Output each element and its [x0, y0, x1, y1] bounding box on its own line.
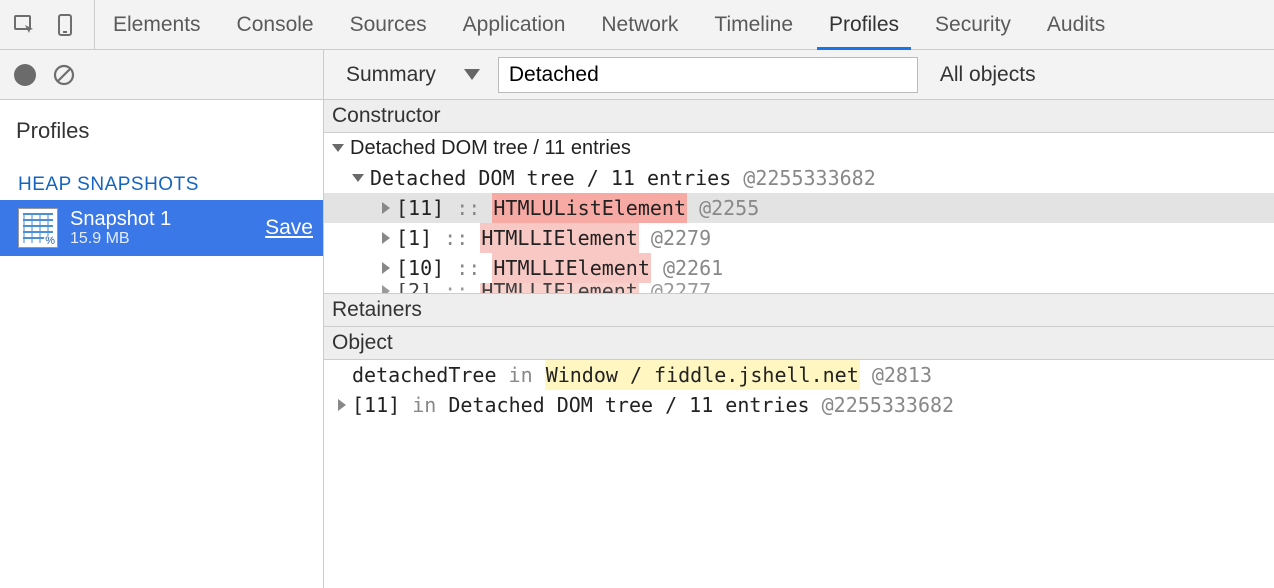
retainer-in: in — [509, 360, 533, 390]
disclosure-right-icon[interactable] — [382, 285, 390, 293]
separator: :: — [456, 193, 480, 223]
panel-tabs: ElementsConsoleSourcesApplicationNetwork… — [95, 0, 1123, 49]
object-scope-select[interactable]: All objects — [930, 63, 1036, 87]
disclosure-right-icon[interactable] — [382, 232, 390, 244]
tab-security[interactable]: Security — [917, 0, 1029, 49]
snapshot-save-link[interactable]: Save — [265, 216, 313, 240]
disclosure-right-icon[interactable] — [382, 202, 390, 214]
tab-sources[interactable]: Sources — [332, 0, 445, 49]
object-id: @2277 — [651, 283, 711, 293]
tab-application[interactable]: Application — [445, 0, 584, 49]
object-id: @2255333682 — [822, 390, 954, 420]
disclosure-down-icon[interactable] — [332, 144, 344, 152]
retainer-row[interactable]: detachedTree in Window / fiddle.jshell.n… — [324, 360, 1274, 390]
entry-index: [2] — [396, 283, 432, 293]
object-id: @2261 — [663, 253, 723, 283]
object-id: @2279 — [651, 223, 711, 253]
constructor-entry-row[interactable]: [11] :: HTMLUListElement @2255 — [324, 193, 1274, 223]
toolbar-icon-group — [0, 0, 95, 49]
main-area: Profiles HEAP SNAPSHOTS % Snapshot 1 15.… — [0, 50, 1274, 588]
class-filter-input[interactable] — [498, 57, 918, 93]
entry-class: HTMLUListElement — [492, 193, 687, 223]
entry-index: [1] — [396, 223, 432, 253]
tab-network[interactable]: Network — [583, 0, 696, 49]
constructor-header: Constructor — [324, 100, 1274, 133]
disclosure-right-icon[interactable] — [382, 262, 390, 274]
entry-class: HTMLLIElement — [480, 283, 639, 293]
constructor-entry-row[interactable]: [1] :: HTMLLIElement @2279 — [324, 223, 1274, 253]
chevron-down-icon — [464, 69, 480, 80]
group-count: 11 entries — [545, 133, 631, 163]
entry-index: [10] — [396, 253, 444, 283]
constructor-entry-row[interactable]: [10] :: HTMLLIElement @2261 — [324, 253, 1274, 283]
retainer-idx: [11] — [352, 390, 400, 420]
record-button-icon[interactable] — [14, 64, 36, 86]
retainer-row[interactable]: [11] in Detached DOM tree / 11 entries @… — [324, 390, 1274, 420]
tab-audits[interactable]: Audits — [1029, 0, 1123, 49]
retainer-in: in — [412, 390, 436, 420]
retainers-header: Retainers — [324, 293, 1274, 327]
tab-profiles[interactable]: Profiles — [811, 0, 917, 49]
tab-timeline[interactable]: Timeline — [696, 0, 811, 49]
expanded-name: Detached DOM tree — [370, 163, 575, 193]
toggle-device-icon[interactable] — [52, 12, 78, 38]
clear-icon[interactable] — [52, 63, 76, 87]
devtools-top-toolbar: ElementsConsoleSourcesApplicationNetwork… — [0, 0, 1274, 50]
snapshot-name: Snapshot 1 — [70, 208, 265, 230]
profiles-content: Summary All objects Constructor Detached… — [324, 50, 1274, 588]
retainers-tree: detachedTree in Window / fiddle.jshell.n… — [324, 360, 1274, 420]
entry-class: HTMLLIElement — [492, 253, 651, 283]
retainer-name: Detached DOM tree / 11 entries — [448, 390, 809, 420]
retainer-key: detachedTree — [352, 360, 497, 390]
object-id: @2255 — [699, 193, 759, 223]
constructor-entry-row[interactable]: [2] :: HTMLLIElement @2277 — [324, 283, 1274, 293]
snapshot-text: Snapshot 1 15.9 MB — [70, 208, 265, 248]
constructor-tree: Detached DOM tree / 11 entries Detached … — [324, 133, 1274, 293]
sidebar-title: Profiles — [0, 100, 323, 150]
view-select[interactable]: Summary — [336, 61, 486, 89]
disclosure-right-icon[interactable] — [338, 399, 346, 411]
heap-snapshot-icon: % — [18, 208, 58, 248]
object-id: @2255333682 — [743, 163, 875, 193]
entry-index: [11] — [396, 193, 444, 223]
separator: :: — [444, 223, 468, 253]
separator: :: — [444, 283, 468, 293]
sidebar-toolbar — [0, 50, 323, 100]
snapshot-size: 15.9 MB — [70, 230, 265, 248]
inspect-element-icon[interactable] — [12, 12, 38, 38]
tree-expanded-row[interactable]: Detached DOM tree / 11 entries @22553336… — [324, 163, 1274, 193]
sidebar-heap-snapshots-label: HEAP SNAPSHOTS — [0, 150, 323, 200]
disclosure-down-icon[interactable] — [352, 174, 364, 182]
snapshot-item[interactable]: % Snapshot 1 15.9 MB Save — [0, 200, 323, 256]
tree-group-row[interactable]: Detached DOM tree / 11 entries — [324, 133, 1274, 163]
profiles-sidebar: Profiles HEAP SNAPSHOTS % Snapshot 1 15.… — [0, 50, 324, 588]
entry-class: HTMLLIElement — [480, 223, 639, 253]
view-select-label: Summary — [346, 63, 436, 87]
object-id: @2813 — [872, 360, 932, 390]
expanded-count: 11 entries — [611, 163, 731, 193]
separator: :: — [456, 253, 480, 283]
content-toolbar: Summary All objects — [324, 50, 1274, 100]
tab-console[interactable]: Console — [219, 0, 332, 49]
object-header: Object — [324, 327, 1274, 360]
group-name: Detached DOM tree — [350, 133, 528, 163]
tab-elements[interactable]: Elements — [95, 0, 219, 49]
retainer-scope: Window / fiddle.jshell.net — [545, 360, 860, 390]
